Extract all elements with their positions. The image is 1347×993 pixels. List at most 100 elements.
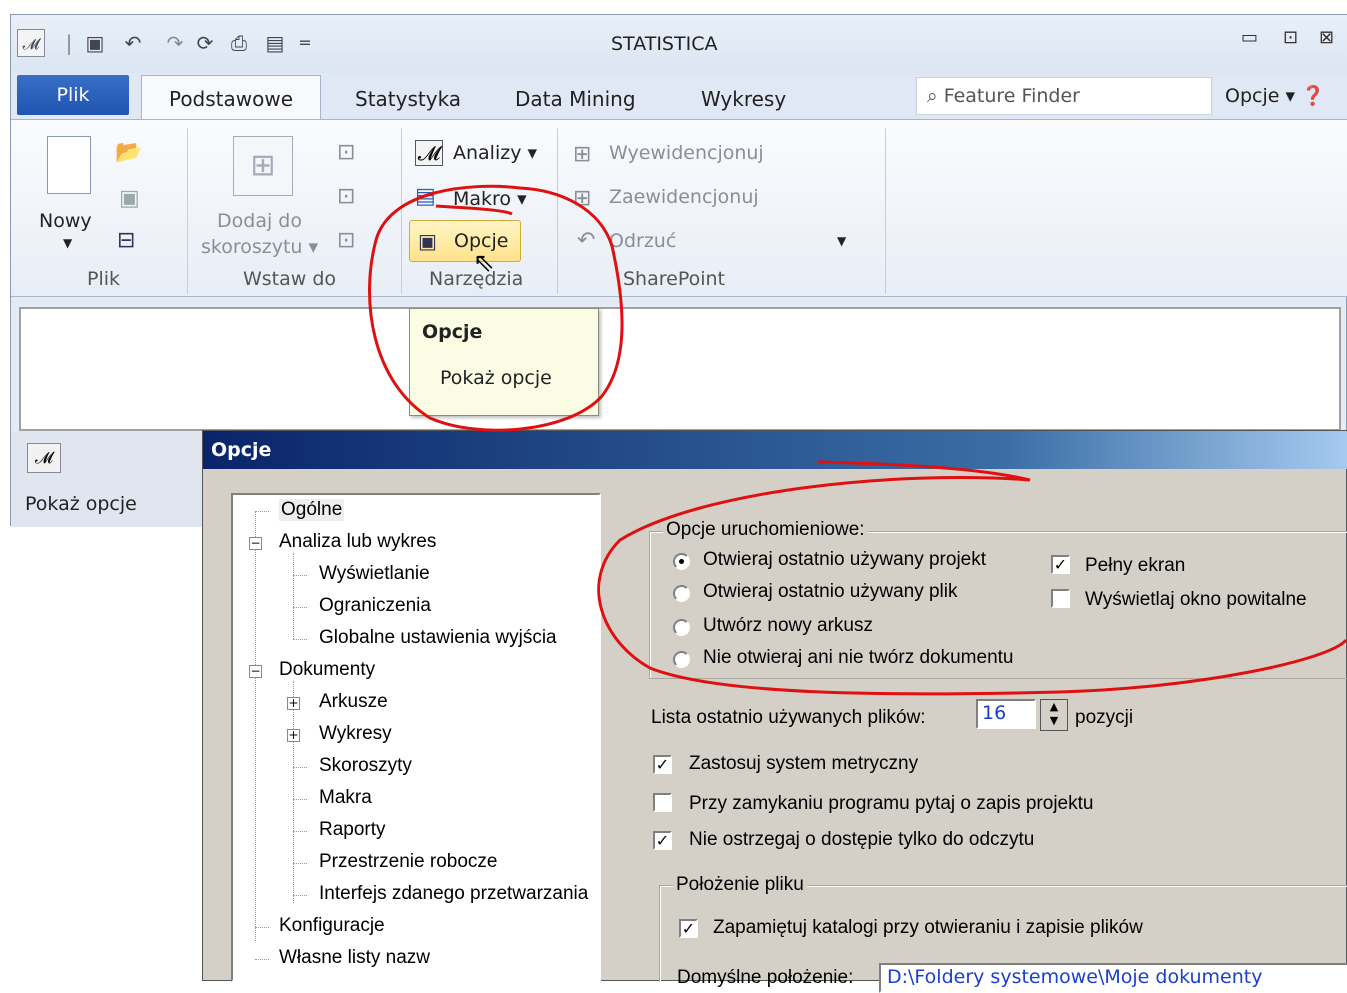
undo-icon[interactable]: ↶	[119, 29, 147, 57]
insert-table-icon[interactable]: ⊡	[337, 228, 355, 253]
radio-new-sheet-label[interactable]: Utwórz nowy arkusz	[703, 615, 873, 637]
sharepoint-expand-arrow[interactable]: ▼	[837, 234, 846, 248]
tree-expand-icon[interactable]: +	[287, 697, 300, 710]
checkbox-ask-save-label[interactable]: Przy zamykaniu programu pytaj o zapis pr…	[689, 793, 1093, 815]
tree-item-ogolne[interactable]: Ogólne	[279, 499, 345, 521]
dialog-title: Opcje	[203, 431, 1347, 469]
tree-expand-icon[interactable]: +	[287, 729, 300, 742]
tab-wykresy[interactable]: Wykresy	[701, 81, 786, 117]
checkbox-remember-dirs[interactable]: ✓	[679, 919, 698, 938]
tree-collapse-icon[interactable]: −	[249, 537, 262, 550]
new-button[interactable]: Nowy	[39, 210, 92, 232]
tree-item-arkusze[interactable]: Arkusze	[319, 691, 388, 713]
radio-no-document-label[interactable]: Nie otwieraj ani nie twórz dokumentu	[703, 647, 1014, 669]
save-disk-icon[interactable]: ▣	[119, 186, 140, 211]
maximize-button[interactable]: ⊡	[1283, 27, 1298, 48]
macro-icon: ▤	[415, 184, 436, 209]
checkout-button[interactable]: Zaewidencjonuj	[609, 186, 759, 208]
checkbox-metric-label[interactable]: Zastosuj system metryczny	[689, 753, 918, 775]
tree-line	[293, 799, 307, 800]
tree-item-wykresy[interactable]: Wykresy	[319, 723, 392, 745]
minimize-button[interactable]: ▭	[1241, 27, 1258, 48]
app-logo-icon[interactable]: 𝓜	[17, 29, 45, 57]
print-icon[interactable]: ⎙	[225, 29, 253, 57]
search-icon: ⌕	[927, 85, 944, 107]
radio-no-document[interactable]	[673, 651, 690, 668]
recent-files-label: Lista ostatnio używanych plików:	[651, 707, 926, 728]
tree-item-konfiguracje[interactable]: Konfiguracje	[279, 915, 385, 937]
tree-item-ograniczenia[interactable]: Ograniczenia	[319, 595, 431, 617]
refresh-icon[interactable]: ⟳	[191, 29, 219, 57]
tree-item-makra[interactable]: Makra	[319, 787, 372, 809]
tooltip-title: Opcje	[422, 321, 483, 343]
checkbox-fullscreen-label[interactable]: Pełny ekran	[1085, 555, 1185, 577]
recent-files-input[interactable]: 16	[976, 699, 1036, 729]
redo-icon[interactable]: ↷	[161, 29, 189, 57]
ribbon-panel: Nowy ▼ 📂 ▣ ⊟ Plik ⊞ Dodaj do skoroszytu …	[11, 119, 1347, 297]
options-dialog: Opcje Ogólne − Analiza lub wykres Wyświe…	[202, 430, 1347, 993]
add-to-workbook-line1[interactable]: Dodaj do	[217, 210, 302, 232]
tab-statystyka[interactable]: Statystyka	[355, 81, 461, 117]
title-bar: 𝓜 | ▣ ↶ ↷ ⟳ ⎙ ▤ = STATISTICA ▭ ⊡ ⊠	[11, 15, 1347, 73]
save-as-icon[interactable]: ⊟	[117, 228, 135, 253]
tree-item-wlasne-listy[interactable]: Własne listy nazw	[279, 947, 430, 969]
checkbox-readonly-warn-label[interactable]: Nie ostrzegaj o dostępie tylko do odczyt…	[689, 829, 1034, 851]
feature-finder-input[interactable]: ⌕ Feature Finder	[916, 77, 1212, 115]
checkin-button[interactable]: Wyewidencjonuj	[609, 142, 764, 164]
tree-item-globalne[interactable]: Globalne ustawienia wyjścia	[319, 627, 557, 649]
quick-access-dropdown[interactable]: =	[291, 29, 319, 57]
tree-item-przestrzenie[interactable]: Przestrzenie robocze	[319, 851, 497, 873]
table-icon[interactable]: ▤	[261, 29, 289, 57]
insert-graph-icon[interactable]: ⊡	[337, 184, 355, 209]
feature-finder-placeholder: Feature Finder	[943, 85, 1080, 107]
tree-item-raporty[interactable]: Raporty	[319, 819, 386, 841]
recent-files-spinner[interactable]: ▲ ▼	[1040, 699, 1068, 731]
checkbox-readonly-warn[interactable]: ✓	[653, 831, 672, 850]
help-icon[interactable]: ❓	[1301, 85, 1325, 107]
radio-open-last-project[interactable]	[673, 553, 690, 570]
tree-collapse-icon[interactable]: −	[249, 665, 262, 678]
checkbox-fullscreen[interactable]: ✓	[1051, 555, 1070, 574]
add-to-workbook-line2[interactable]: skoroszytu ▾	[201, 236, 318, 258]
radio-open-last-project-label[interactable]: Otwieraj ostatnio używany projekt	[703, 549, 986, 571]
app-title: STATISTICA	[611, 33, 718, 55]
analyses-icon: 𝓜	[415, 140, 443, 166]
tab-plik[interactable]: Plik	[17, 75, 129, 115]
checkbox-metric[interactable]: ✓	[653, 755, 672, 774]
new-document-icon[interactable]	[47, 136, 91, 194]
checkbox-ask-save[interactable]	[653, 793, 672, 812]
tree-line	[255, 959, 269, 960]
default-location-input[interactable]: D:\Foldery systemowe\Moje dokumenty	[879, 963, 1347, 993]
radio-open-last-file[interactable]	[673, 585, 690, 602]
checkbox-remember-dirs-label[interactable]: Zapamiętuj katalogi przy otwieraniu i za…	[713, 917, 1143, 939]
checkbox-splash[interactable]	[1051, 589, 1070, 608]
group-separator	[885, 128, 886, 294]
insert-report-icon[interactable]: ⊡	[337, 140, 355, 165]
tree-line	[255, 511, 269, 512]
analyses-button[interactable]: Analizy ▾	[453, 142, 537, 164]
tab-podstawowe[interactable]: Podstawowe	[141, 75, 321, 121]
new-dropdown-arrow[interactable]: ▼	[63, 236, 72, 250]
add-to-workbook-icon[interactable]: ⊞	[233, 136, 293, 196]
discard-button[interactable]: Odrzuć	[609, 230, 676, 252]
radio-open-last-file-label[interactable]: Otwieraj ostatnio używany plik	[703, 581, 958, 603]
tree-item-interfejs[interactable]: Interfejs zdanego przetwarzania	[319, 883, 588, 905]
tree-item-wyswietlanie[interactable]: Wyświetlanie	[319, 563, 430, 585]
radio-new-sheet[interactable]	[673, 619, 690, 636]
tab-data-mining[interactable]: Data Mining	[515, 81, 636, 117]
tree-item-analiza[interactable]: Analiza lub wykres	[279, 531, 436, 553]
tree-item-skoroszyty[interactable]: Skoroszyty	[319, 755, 412, 777]
options-menu-button[interactable]: Opcje ▾ ❓	[1225, 81, 1325, 111]
options-tree[interactable]: Ogólne − Analiza lub wykres Wyświetlanie…	[231, 493, 601, 982]
tree-line	[293, 767, 307, 768]
close-button[interactable]: ⊠	[1319, 27, 1334, 48]
open-folder-icon[interactable]: 📂	[115, 140, 142, 165]
checkbox-splash-label[interactable]: Wyświetlaj okno powitalne	[1085, 589, 1307, 611]
save-icon[interactable]: ▣	[81, 29, 109, 57]
tree-line	[293, 553, 294, 639]
tree-line	[255, 511, 256, 941]
tree-item-dokumenty[interactable]: Dokumenty	[279, 659, 375, 681]
tree-line	[293, 895, 307, 896]
options-button[interactable]: ▣ Opcje	[409, 220, 521, 262]
macro-button[interactable]: Makro ▾	[453, 188, 527, 210]
